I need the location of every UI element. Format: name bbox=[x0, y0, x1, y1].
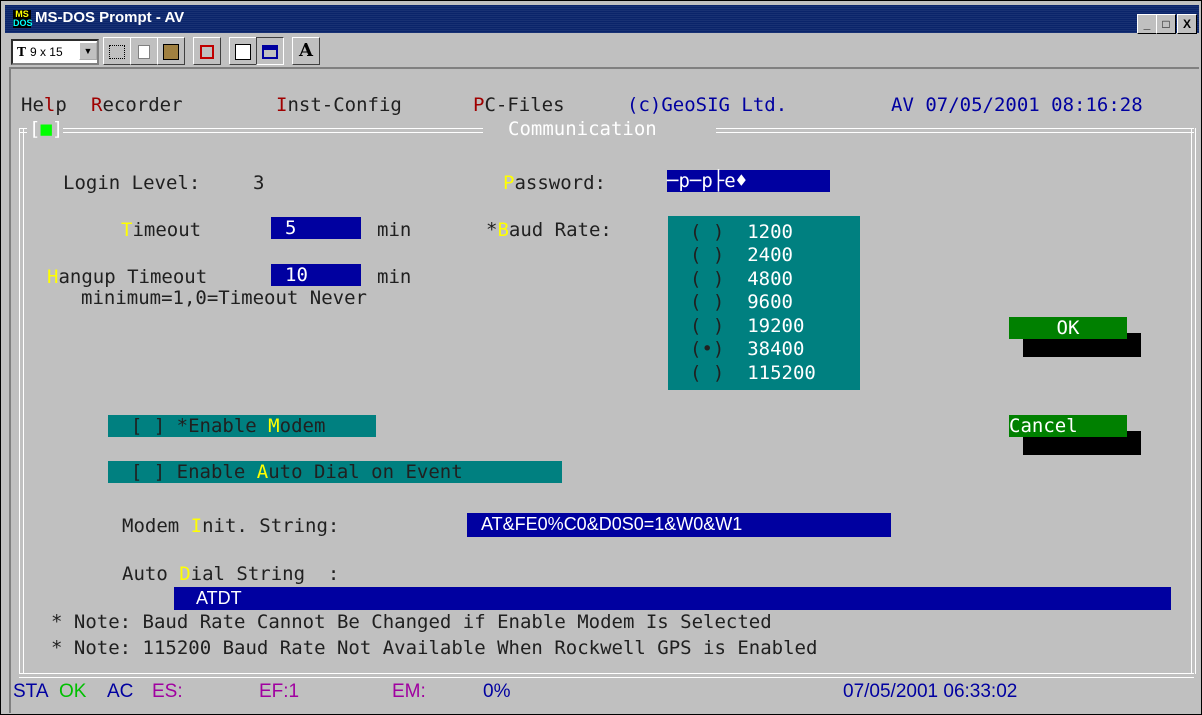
auto-dial-label: Auto Dial String : bbox=[122, 563, 340, 585]
truetype-font-icon: T bbox=[17, 45, 26, 59]
minimize-icon: _ bbox=[1143, 17, 1151, 31]
msdos-app-icon[interactable]: MS DOS bbox=[13, 10, 33, 28]
enable-auto-dial-checkbox[interactable]: [ ] Enable Auto Dial on Event bbox=[108, 461, 562, 483]
dos-window: MS DOS MS-DOS Prompt - AV _ □ X T9 x 15 ▼… bbox=[0, 0, 1202, 715]
baud-option-115200[interactable]: ( ) 115200 bbox=[690, 361, 816, 385]
note-baud-modem: * Note: Baud Rate Cannot Be Changed if E… bbox=[51, 611, 772, 633]
hangup-note: minimum=1,0=Timeout Never bbox=[81, 287, 367, 309]
properties-icon bbox=[235, 44, 251, 61]
status-sta: STA bbox=[13, 681, 49, 702]
background-button[interactable] bbox=[256, 37, 284, 65]
modem-init-field[interactable]: AT&FE0%C0&D0S0=1&W0&W1 bbox=[467, 513, 891, 537]
baud-option-19200[interactable]: ( ) 19200 bbox=[690, 314, 804, 338]
mark-icon bbox=[109, 45, 125, 60]
baud-option-2400[interactable]: ( ) 2400 bbox=[690, 243, 793, 267]
status-datetime: 07/05/2001 06:33:02 bbox=[843, 681, 1018, 702]
frame-bottom bbox=[19, 673, 1194, 678]
baud-option-4800[interactable]: ( ) 4800 bbox=[690, 267, 793, 291]
maximize-icon: □ bbox=[1162, 17, 1170, 31]
login-level-value: 3 bbox=[253, 172, 265, 194]
status-ef: EF:1 bbox=[259, 681, 300, 702]
password-field[interactable]: ─p─p├e♦ bbox=[667, 170, 830, 192]
hangup-timeout-label: Hangup Timeout bbox=[47, 266, 208, 288]
font-button[interactable]: A bbox=[292, 37, 320, 65]
company-label: (c)GeoSIG Ltd. bbox=[627, 94, 788, 116]
baud-option-38400[interactable]: (•) 38400 bbox=[690, 337, 804, 361]
menu-inst-config[interactable]: Inst-Config bbox=[276, 94, 402, 116]
close-button[interactable]: X bbox=[1177, 14, 1197, 34]
title-bar[interactable]: MS DOS MS-DOS Prompt - AV _ □ X bbox=[5, 5, 1199, 34]
chevron-down-icon[interactable]: ▼ bbox=[79, 42, 97, 60]
status-es: ES: bbox=[152, 681, 183, 702]
font-icon: A bbox=[299, 40, 313, 61]
menu-recorder[interactable]: Recorder bbox=[91, 94, 183, 116]
copy-button[interactable] bbox=[130, 37, 158, 65]
status-ok: OK bbox=[59, 681, 87, 702]
font-size-select[interactable]: T9 x 15 ▼ bbox=[11, 39, 99, 65]
note-baud-gps: * Note: 115200 Baud Rate Not Available W… bbox=[51, 637, 818, 659]
paste-button[interactable] bbox=[157, 37, 185, 65]
status-ac: AC bbox=[107, 681, 134, 702]
cancel-button[interactable]: Cancel bbox=[1009, 415, 1127, 437]
frame-top-right bbox=[716, 128, 1194, 133]
minimize-button[interactable]: _ bbox=[1137, 14, 1157, 34]
mark-button[interactable] bbox=[103, 37, 131, 65]
timeout-field[interactable]: 5 bbox=[271, 217, 361, 239]
console-area: Help Recorder Inst-Config PC-Files (c)Ge… bbox=[9, 67, 1199, 713]
status-em: EM: bbox=[392, 681, 426, 702]
timeout-label: Timeout bbox=[121, 219, 202, 241]
baud-option-9600[interactable]: ( ) 9600 bbox=[690, 290, 793, 314]
hangup-timeout-field[interactable]: 10 bbox=[271, 264, 361, 286]
status-percent: 0% bbox=[483, 681, 511, 702]
maximize-button[interactable]: □ bbox=[1156, 14, 1176, 34]
fullscreen-icon bbox=[200, 45, 214, 60]
enable-modem-checkbox[interactable]: [ ] *Enable Modem bbox=[108, 415, 376, 437]
dialog-title: Communication bbox=[508, 118, 657, 140]
baud-option-1200[interactable]: ( ) 1200 bbox=[690, 220, 793, 244]
fullscreen-button[interactable] bbox=[193, 37, 221, 65]
menu-datetime: AV 07/05/2001 08:16:28 bbox=[891, 94, 1143, 116]
window-title: MS-DOS Prompt - AV bbox=[35, 9, 185, 26]
hangup-timeout-unit: min bbox=[377, 266, 412, 288]
password-label: Password: bbox=[503, 172, 606, 194]
font-size-value: 9 x 15 bbox=[29, 45, 63, 59]
frame-top-mid bbox=[63, 128, 483, 133]
paste-icon bbox=[163, 44, 179, 61]
baud-rate-label: *Baud Rate: bbox=[486, 219, 612, 241]
copy-icon bbox=[138, 45, 150, 60]
background-icon bbox=[262, 45, 278, 60]
timeout-unit: min bbox=[377, 219, 412, 241]
dialog-close-box[interactable]: [■] bbox=[29, 118, 63, 140]
frame-right bbox=[1191, 128, 1196, 674]
auto-dial-field[interactable]: ATDT bbox=[174, 587, 1171, 610]
menu-pc-files[interactable]: PC-Files bbox=[473, 94, 565, 116]
baud-rate-radio-group: ( ) 1200 ( ) 2400 ( ) 4800 ( ) 9600 ( ) … bbox=[668, 216, 860, 390]
login-level-label: Login Level: bbox=[63, 172, 201, 194]
toolbar: T9 x 15 ▼ A bbox=[5, 35, 1199, 65]
frame-left bbox=[19, 128, 24, 674]
properties-button[interactable] bbox=[229, 37, 257, 65]
modem-init-label: Modem Init. String: bbox=[122, 515, 340, 537]
close-icon: X bbox=[1182, 17, 1191, 31]
ok-button[interactable]: OK bbox=[1009, 317, 1127, 339]
menu-help[interactable]: Help bbox=[21, 94, 67, 116]
